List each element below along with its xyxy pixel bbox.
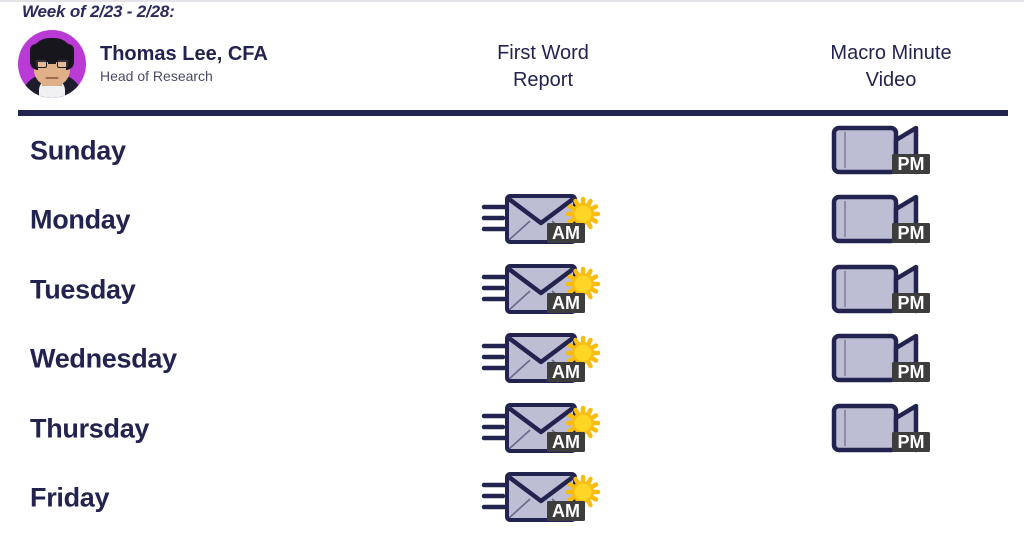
- email-am-icon-svg: AM: [481, 469, 605, 527]
- analyst-text: Thomas Lee, CFA Head of Research: [100, 43, 268, 84]
- video-pm-icon-svg: PM: [830, 191, 954, 249]
- column-header-macro-minute-video: Macro Minute Video: [748, 40, 1024, 94]
- video-pm-icon-svg: PM: [830, 330, 954, 388]
- column-header-first-word-report: First Word Report: [400, 40, 686, 94]
- day-label: Friday: [30, 483, 109, 514]
- week-label: Week of 2/23 - 2/28:: [22, 2, 175, 22]
- cell-macro-minute-video[interactable]: PM: [812, 401, 972, 457]
- cell-first-word-report[interactable]: AM: [463, 470, 623, 526]
- cell-macro-minute-video: [812, 470, 972, 526]
- publication-schedule-page: Week of 2/23 - 2/28: Thomas Lee, CFA Hea…: [0, 0, 1024, 523]
- svg-text:PM: PM: [898, 362, 925, 382]
- cell-macro-minute-video[interactable]: PM: [812, 192, 972, 248]
- svg-text:AM: AM: [552, 432, 580, 452]
- cell-macro-minute-video[interactable]: PM: [812, 262, 972, 318]
- video-pm-icon-svg: PM: [830, 400, 954, 458]
- email-am-icon-svg: AM: [481, 191, 605, 249]
- svg-text:AM: AM: [552, 293, 580, 313]
- cell-first-word-report[interactable]: AM: [463, 331, 623, 387]
- day-label: Thursday: [30, 413, 149, 444]
- schedule-row: Thursday AM PM: [0, 394, 1024, 464]
- cell-first-word-report: [463, 123, 623, 179]
- email-am-icon-svg: AM: [481, 330, 605, 388]
- day-label: Tuesday: [30, 274, 135, 305]
- video-pm-icon-svg: PM: [830, 261, 954, 319]
- cell-macro-minute-video[interactable]: PM: [812, 123, 972, 179]
- schedule-row: Monday AM PM: [0, 186, 1024, 256]
- analyst-name: Thomas Lee, CFA: [100, 43, 268, 65]
- email-am-icon-svg: AM: [481, 400, 605, 458]
- cell-first-word-report[interactable]: AM: [463, 192, 623, 248]
- email-am-icon-svg: AM: [481, 261, 605, 319]
- analyst-title: Head of Research: [100, 69, 268, 85]
- analyst-block: Thomas Lee, CFA Head of Research: [18, 30, 268, 98]
- header-row: Thomas Lee, CFA Head of Research First W…: [0, 28, 1024, 108]
- schedule-row: Wednesday AM PM: [0, 325, 1024, 395]
- cell-first-word-report[interactable]: AM: [463, 401, 623, 457]
- svg-text:PM: PM: [898, 154, 925, 174]
- day-label: Monday: [30, 205, 130, 236]
- cell-macro-minute-video[interactable]: PM: [812, 331, 972, 387]
- cell-first-word-report[interactable]: AM: [463, 262, 623, 318]
- schedule-grid: Sunday PM Monday AM PM Tuesday: [0, 116, 1024, 533]
- svg-text:PM: PM: [898, 432, 925, 452]
- avatar: [18, 30, 86, 98]
- svg-text:AM: AM: [552, 223, 580, 243]
- svg-text:PM: PM: [898, 293, 925, 313]
- svg-text:PM: PM: [898, 223, 925, 243]
- svg-text:AM: AM: [552, 362, 580, 382]
- svg-text:AM: AM: [552, 501, 580, 521]
- video-pm-icon-svg: PM: [830, 122, 954, 180]
- schedule-row: Sunday PM: [0, 116, 1024, 186]
- day-label: Wednesday: [30, 344, 177, 375]
- schedule-row: Tuesday AM PM: [0, 255, 1024, 325]
- day-label: Sunday: [30, 135, 126, 166]
